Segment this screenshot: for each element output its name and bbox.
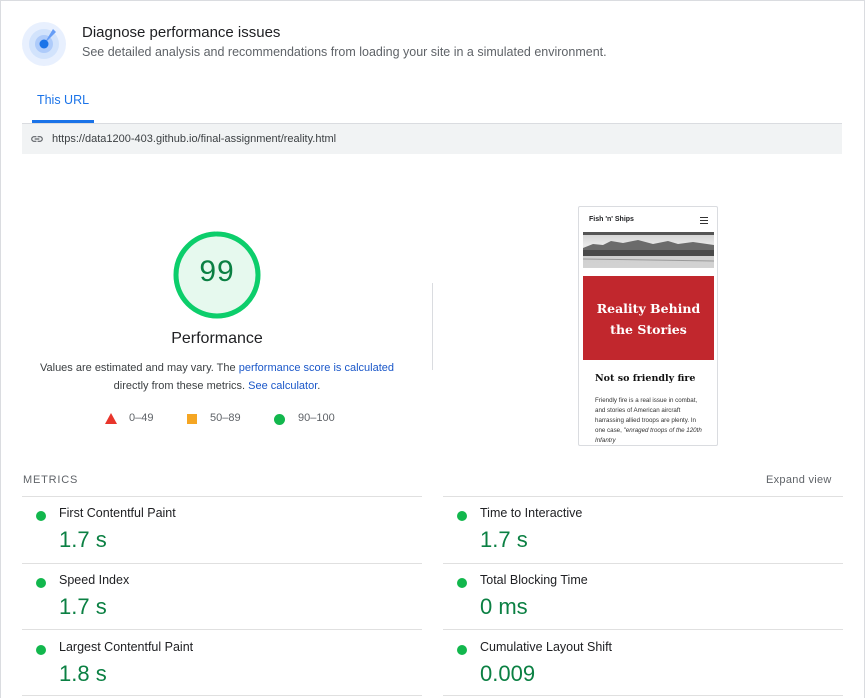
preview-heading: Not so friendly fire [595,373,696,384]
section-subtitle: See detailed analysis and recommendation… [82,45,607,59]
triangle-icon [105,413,117,424]
hero-line-2: the Stories [610,322,687,337]
lighthouse-gauge-icon [22,22,66,66]
performance-score: 99 [199,255,235,288]
vertical-divider [432,283,433,370]
metric-largest-contentful-paint: Largest Contentful Paint 1.8 s [23,631,421,697]
ship-photo [583,232,714,268]
url-bar: https://data1200-403.github.io/final-ass… [22,124,842,154]
note-text-2: directly from these metrics. [113,380,249,392]
metric-name: Largest Contentful Paint [59,640,194,654]
metric-value: 1.7 s [59,594,107,619]
metric-name: Speed Index [59,573,130,587]
pass-circle-icon [457,511,467,521]
metric-value: 1.7 s [59,527,107,552]
pass-circle-icon [457,578,467,588]
tested-url[interactable]: https://data1200-403.github.io/final-ass… [52,133,336,145]
metric-time-to-interactive: Time to Interactive 1.7 s [444,497,842,563]
legend-pass-range: 90–100 [298,412,335,424]
metric-total-blocking-time: Total Blocking Time 0 ms [444,564,842,630]
see-calculator-link[interactable]: See calculator [248,380,317,392]
metrics-heading: METRICS [23,474,79,486]
metric-name: Total Blocking Time [480,573,588,587]
metric-name: Cumulative Layout Shift [480,640,613,654]
performance-score-link[interactable]: performance score is calculated [239,362,394,374]
metric-first-contentful-paint: First Contentful Paint 1.7 s [23,497,421,563]
pass-circle-icon [36,511,46,521]
metric-value: 1.7 s [480,527,528,552]
note-text-3: . [317,380,321,392]
legend-fail-range: 0–49 [129,412,154,424]
metric-value: 0 ms [480,594,528,619]
hero-line-1: Reality Behind [596,301,701,316]
pass-circle-icon [457,645,467,655]
square-icon [187,414,197,424]
pass-circle-icon [36,578,46,588]
expand-view-button[interactable]: Expand view [766,474,832,486]
preview-brand: Fish 'n' Ships [589,216,634,223]
metric-speed-index: Speed Index 1.7 s [23,564,421,630]
legend-average-range: 50–89 [210,412,241,424]
page-screenshot-preview: Fish 'n' Ships Reality Behind the Storie… [578,206,718,446]
preview-body: Friendly fire is a real issue in combat,… [595,396,707,445]
pass-circle-icon [36,645,46,655]
score-note: Values are estimated and may vary. The p… [22,359,412,395]
link-icon [31,136,43,142]
tab-this-url[interactable]: This URL [32,88,94,123]
preview-hero-banner: Reality Behind the Stories [583,276,714,360]
metric-name: Time to Interactive [480,506,583,520]
hamburger-menu-icon [700,217,708,226]
note-text-1: Values are estimated and may vary. The [39,362,239,374]
metric-name: First Contentful Paint [59,506,176,520]
performance-label: Performance [171,330,263,347]
metric-cumulative-layout-shift: Cumulative Layout Shift 0.009 [444,631,842,697]
section-title: Diagnose performance issues [82,24,281,41]
circle-icon [274,414,285,425]
metric-value: 1.8 s [59,661,107,686]
metric-value: 0.009 [480,661,536,686]
